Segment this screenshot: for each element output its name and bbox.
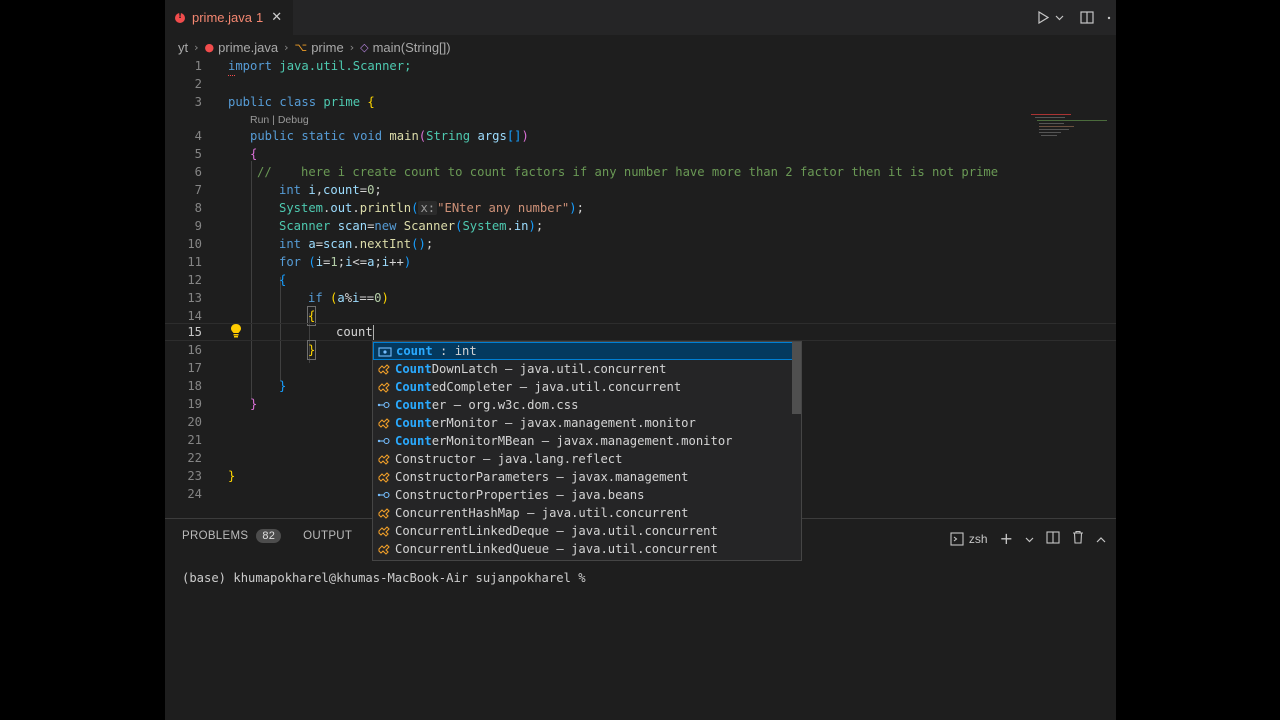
editor-window: prime.java 1 ✕ yt › ● prime.java › ⌥ pri… — [165, 0, 1116, 720]
code-line: 5{ — [194, 147, 258, 161]
suggestion-label: ConstructorProperties – java.beans — [395, 488, 645, 502]
problems-count-badge: 82 — [256, 529, 282, 543]
suggestion-item[interactable]: Counter – org.w3c.dom.css — [373, 396, 793, 414]
parameter-hint: x: — [418, 201, 438, 215]
suggestion-item[interactable]: ConcurrentHashMap – java.util.concurrent — [373, 504, 793, 522]
code-line: 6// here i create count to count factors… — [194, 165, 999, 179]
split-editor-icon[interactable] — [1080, 11, 1094, 24]
suggestion-item[interactable]: ConcurrentLinkedQueue – java.util.concur… — [373, 540, 793, 558]
chevron-up-icon[interactable] — [1096, 532, 1106, 546]
suggestion-label: ConcurrentHashMap – java.util.concurrent — [395, 506, 689, 520]
variable-icon — [378, 345, 392, 359]
java-file-icon: ● — [204, 40, 215, 54]
class-icon — [377, 542, 391, 556]
breadcrumb: yt › ● prime.java › ⌥ prime › ◇ main(Str… — [178, 37, 451, 57]
terminal-selector[interactable]: zsh — [950, 532, 988, 546]
suggestion-label: Counter – org.w3c.dom.css — [395, 398, 579, 412]
more-actions-icon[interactable] — [1106, 16, 1112, 20]
suggestion-label: ConcurrentLinkedDeque – java.util.concur… — [395, 524, 718, 538]
class-icon — [377, 362, 391, 376]
autocomplete-dropdown[interactable]: count : int CountDownLatch – java.util.co… — [372, 341, 802, 561]
tab-problems[interactable]: PROBLEMS 82 — [182, 529, 282, 543]
close-icon[interactable]: ✕ — [271, 10, 282, 25]
suggestion-label: CountedCompleter – java.util.concurrent — [395, 380, 682, 394]
error-icon — [175, 11, 185, 23]
code-line: 11 for (i=1;i<=a;i++) — [187, 255, 412, 269]
trash-icon[interactable] — [1072, 530, 1084, 547]
minimap[interactable] — [1031, 114, 1116, 144]
suggestion-label: ConstructorParameters – javax.management — [395, 470, 689, 484]
suggestion-item[interactable]: ConstructorProperties – java.beans — [373, 486, 793, 504]
code-line: 9 Scanner scan=new Scanner(System.in); — [194, 219, 544, 233]
interface-icon — [377, 434, 391, 448]
code-line: 13 if (a%i==0) — [187, 291, 389, 305]
panel-actions: zsh + — [950, 529, 1106, 548]
suggestion-item[interactable]: ConcurrentLinkedDeque – java.util.concur… — [373, 522, 793, 540]
breadcrumb-folder[interactable]: yt — [178, 40, 188, 55]
typed-text: count — [336, 325, 373, 339]
code-line: 12{ — [187, 273, 287, 287]
class-icon — [377, 470, 391, 484]
breadcrumb-method[interactable]: main(String[]) — [373, 40, 451, 55]
suggestion-label: CountDownLatch – java.util.concurrent — [395, 362, 667, 376]
terminal-icon — [950, 531, 964, 546]
tab-output[interactable]: OUTPUT — [303, 530, 352, 542]
suggestion-label: CounterMonitorMBean – javax.management.m… — [395, 434, 733, 448]
text-cursor — [372, 325, 374, 340]
chevron-right-icon: › — [284, 40, 289, 54]
class-icon — [377, 506, 391, 520]
code-line: 7 int i,count=0; — [194, 183, 382, 197]
code-line: 8 System.out.println(x: "ENter any number"… — [194, 201, 584, 215]
class-icon — [377, 452, 391, 466]
code-line: 2 — [194, 77, 202, 91]
code-line: 10 int a=scan.nextInt(); — [187, 237, 434, 251]
suggestion-label: ConcurrentLinkedQueue – java.util.concur… — [395, 542, 718, 556]
class-icon — [377, 524, 391, 538]
dropdown-scrollbar[interactable] — [792, 342, 801, 414]
tab-bar: prime.java 1 ✕ — [165, 0, 1116, 35]
suggestion-item[interactable]: count : int — [373, 342, 793, 360]
shell-name: zsh — [968, 531, 988, 546]
suggestion-label: Constructor – java.lang.reflect — [395, 452, 623, 466]
suggestion-item[interactable]: CounterMonitor – javax.management.monito… — [373, 414, 793, 432]
current-line: 15 count — [165, 323, 1116, 341]
code-line: 1 import java.util.Scanner; — [194, 59, 412, 73]
suggestion-item[interactable]: ConstructorParameters – javax.management — [373, 468, 793, 486]
tab-problem-count: 1 — [255, 10, 264, 25]
suggestion-item[interactable]: CountedCompleter – java.util.concurrent — [373, 378, 793, 396]
terminal-prompt[interactable]: (base) khumapokharel@khumas-MacBook-Air … — [182, 571, 586, 585]
chevron-right-icon: › — [194, 40, 199, 54]
class-icon — [377, 380, 391, 394]
tab-prime-java[interactable]: prime.java 1 ✕ — [165, 0, 293, 35]
breadcrumb-file[interactable]: prime.java — [218, 40, 278, 55]
chevron-down-icon[interactable] — [1055, 15, 1064, 21]
editor-actions — [1037, 0, 1116, 35]
add-terminal-icon[interactable]: + — [1000, 529, 1013, 548]
class-icon: ⌥ — [294, 40, 308, 54]
tab-title: prime.java — [192, 10, 252, 25]
suggestion-item[interactable]: Constructor – java.lang.reflect — [373, 450, 793, 468]
suggestion-item[interactable]: CountDownLatch – java.util.concurrent — [373, 360, 793, 378]
codelens-run-debug[interactable]: Run | Debug — [250, 114, 309, 126]
chevron-right-icon: › — [349, 40, 355, 54]
chevron-down-icon[interactable] — [1025, 532, 1034, 546]
run-icon[interactable] — [1037, 11, 1049, 24]
method-icon: ◇ — [360, 40, 369, 54]
interface-icon — [377, 488, 391, 502]
suggestion-label: count : int — [396, 344, 477, 358]
interface-icon — [377, 398, 391, 412]
lightbulb-icon[interactable] — [229, 323, 243, 339]
suggestion-label: CounterMonitor – javax.management.monito… — [395, 416, 696, 430]
class-icon — [377, 416, 391, 430]
suggestion-item[interactable]: CounterMonitorMBean – javax.management.m… — [373, 432, 793, 450]
breadcrumb-class[interactable]: prime — [311, 40, 344, 55]
split-terminal-icon[interactable] — [1046, 530, 1060, 547]
code-line: 3 public class prime { — [194, 95, 375, 109]
code-line: 4 public static void main(String args[]) — [194, 129, 529, 143]
